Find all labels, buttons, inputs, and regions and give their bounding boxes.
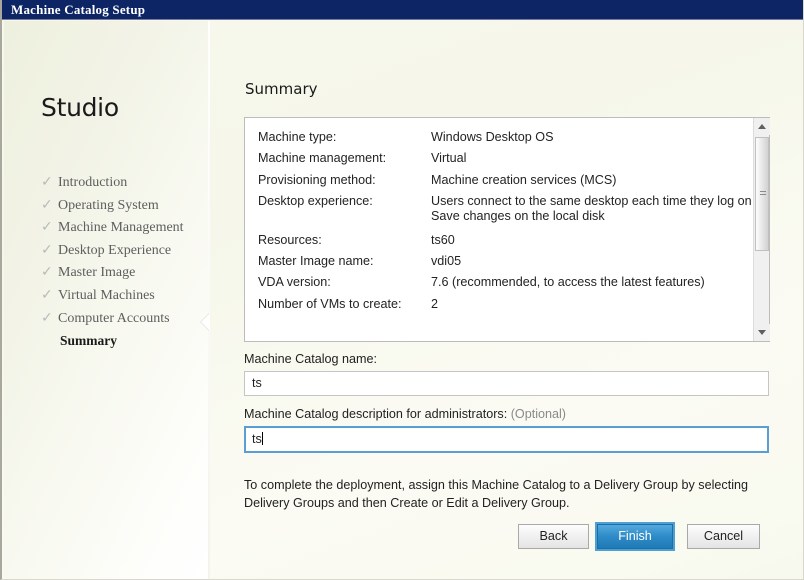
check-icon: ✓ (41, 196, 53, 213)
wizard-step-list: ✓ Introduction ✓ Operating System ✓ Mach… (41, 173, 209, 354)
catalog-description-value: ts (252, 432, 262, 446)
sidebar-item-label: Master Image (58, 265, 136, 281)
summary-value: 7.6 (recommended, to access the latest f… (431, 275, 705, 290)
sidebar-item-label: Machine Management (58, 220, 184, 236)
window-title: Machine Catalog Setup (11, 2, 146, 17)
scrollbar-thumb[interactable] (755, 137, 769, 251)
check-icon: ✓ (41, 264, 53, 281)
current-step-pointer-icon (201, 313, 210, 331)
table-row: Master Image name: vdi05 (258, 254, 753, 269)
machine-catalog-setup-window: Machine Catalog Setup Studio ✓ Introduct… (0, 0, 804, 580)
table-row: VDA version: 7.6 (recommended, to access… (258, 275, 753, 290)
check-icon: ✓ (41, 241, 53, 258)
summary-label: Provisioning method: (258, 172, 376, 187)
summary-value: Users connect to the same desktop each t… (431, 193, 752, 223)
summary-value: Virtual (431, 151, 467, 166)
summary-value: Windows Desktop OS (431, 130, 554, 144)
sidebar-item-label: Summary (60, 333, 117, 349)
summary-label: Desktop experience: (258, 193, 373, 208)
catalog-description-label-text: Machine Catalog description for administ… (244, 407, 508, 421)
table-row: Machine type: Windows Desktop OS (258, 130, 753, 145)
sidebar-item-label: Computer Accounts (58, 310, 170, 326)
cancel-button[interactable]: Cancel (687, 524, 760, 549)
product-title: Studio (41, 93, 119, 122)
table-row: Desktop experience: Users connect to the… (258, 194, 753, 224)
summary-label: Machine management: (258, 151, 387, 166)
summary-label: Resources: (258, 232, 322, 247)
catalog-name-input[interactable]: ts (244, 371, 769, 396)
sidebar-item-virtual-machines[interactable]: ✓ Virtual Machines (41, 286, 209, 309)
page-title: Summary (245, 80, 318, 98)
optional-tag: (Optional) (510, 407, 566, 421)
catalog-description-input[interactable]: ts (244, 426, 769, 453)
sidebar-item-desktop-experience[interactable]: ✓ Desktop Experience (41, 241, 209, 264)
summary-value: ts60 (431, 232, 455, 247)
sidebar-item-label: Operating System (58, 197, 159, 213)
summary-value: vdi05 (431, 254, 462, 269)
table-row: Resources: ts60 (258, 233, 753, 248)
sidebar-item-introduction[interactable]: ✓ Introduction (41, 173, 209, 196)
text-cursor (261, 432, 263, 445)
summary-scrollbar[interactable] (753, 118, 770, 341)
catalog-name-value: ts (252, 376, 262, 390)
scroll-up-button[interactable] (754, 118, 770, 135)
summary-value: 2 (431, 296, 439, 311)
summary-value: Machine creation services (MCS) (431, 172, 617, 187)
check-icon: ✓ (41, 174, 53, 190)
window-title-bar: Machine Catalog Setup (2, 0, 803, 20)
sidebar-item-label: Desktop Experience (58, 242, 172, 258)
check-icon: ✓ (41, 219, 53, 236)
check-icon: ✓ (41, 286, 53, 303)
check-icon: ✓ (41, 309, 53, 326)
catalog-name-label: Machine Catalog name: (244, 352, 378, 366)
sidebar-item-computer-accounts[interactable]: ✓ Computer Accounts (41, 309, 209, 332)
wizard-main-panel: Summary Machine type: Windows Desktop OS… (210, 21, 803, 579)
table-row: Number of VMs to create: 2 (258, 297, 753, 312)
summary-label: Number of VMs to create: (258, 296, 402, 311)
sidebar-item-machine-management[interactable]: ✓ Machine Management (41, 218, 209, 241)
sidebar-item-label: Virtual Machines (58, 287, 155, 303)
sidebar-item-summary[interactable]: Summary (41, 331, 209, 354)
catalog-description-label: Machine Catalog description for administ… (244, 407, 566, 421)
sidebar-item-label: Introduction (58, 175, 128, 190)
deployment-hint: To complete the deployment, assign this … (244, 478, 749, 510)
summary-label: Machine type: (258, 130, 337, 144)
sidebar-item-master-image[interactable]: ✓ Master Image (41, 263, 209, 286)
scroll-down-button[interactable] (754, 324, 770, 341)
table-row: Machine management: Virtual (258, 151, 753, 166)
back-button[interactable]: Back (518, 524, 589, 549)
summary-label: Master Image name: (258, 254, 374, 269)
sidebar-item-operating-system[interactable]: ✓ Operating System (41, 196, 209, 219)
table-row: Provisioning method: Machine creation se… (258, 173, 753, 188)
finish-button[interactable]: Finish (595, 522, 675, 551)
summary-panel: Machine type: Windows Desktop OS Machine… (244, 117, 770, 342)
chevron-down-icon (758, 330, 766, 335)
summary-label: VDA version: (258, 275, 331, 290)
summary-list: Machine type: Windows Desktop OS Machine… (245, 118, 753, 341)
grip-icon (760, 191, 766, 197)
chevron-up-icon (758, 124, 766, 129)
wizard-sidebar: Studio ✓ Introduction ✓ Operating System… (4, 21, 209, 579)
